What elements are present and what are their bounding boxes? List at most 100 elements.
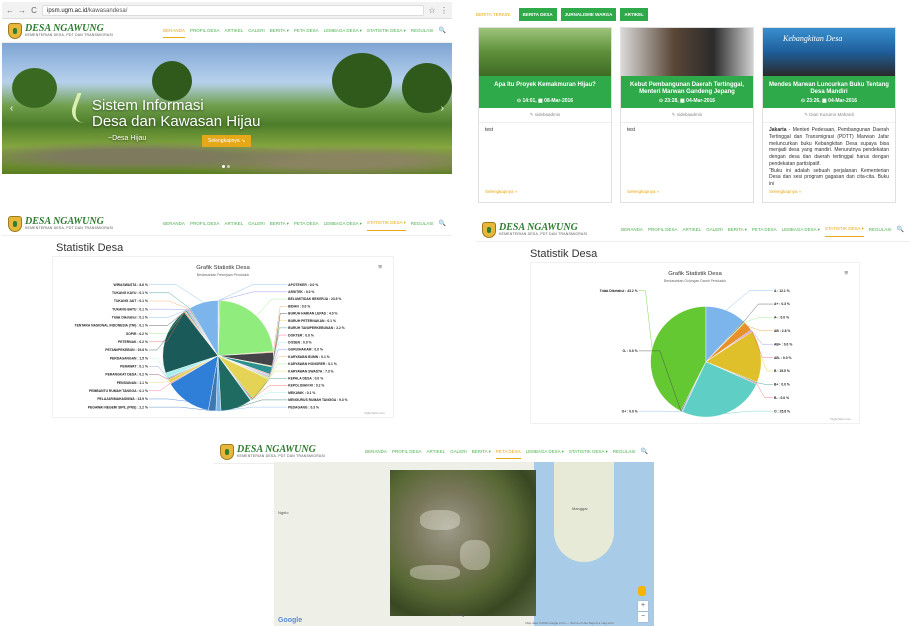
nav-item[interactable]: ARTIKEL	[225, 24, 244, 37]
nav-item[interactable]: BERANDA	[365, 445, 387, 458]
terrain-patch	[460, 540, 490, 570]
excerpt-text: test	[627, 127, 636, 133]
nav-item[interactable]: REGULASI	[411, 217, 434, 230]
star-icon[interactable]: ☆	[428, 6, 436, 15]
street-view-icon[interactable]	[638, 586, 646, 596]
news-tab[interactable]: BERITA DESA	[518, 8, 557, 21]
search-icon[interactable]: 🔍	[439, 216, 446, 231]
back-icon[interactable]: ←	[6, 6, 14, 15]
news-card[interactable]: Kebangkitan Desa Mendes Marwan Luncurkan …	[762, 27, 896, 203]
news-tab[interactable]: JURNALISME WARGA	[560, 8, 617, 21]
label-connector	[148, 398, 187, 402]
slide-dot[interactable]	[222, 165, 225, 168]
tree	[332, 53, 392, 108]
nav-item[interactable]: PETA DESA	[752, 223, 777, 236]
tree	[12, 68, 57, 108]
nav-item[interactable]: GALERI	[248, 24, 265, 37]
pie-label: KARYAWAN SWASTA : 7.3 %	[288, 369, 333, 373]
nav-item[interactable]: GALERI	[450, 445, 467, 458]
read-more-link[interactable]: Selengkapnya »	[627, 189, 659, 194]
read-more-link[interactable]: Selengkapnya »	[769, 189, 801, 194]
nav-item[interactable]: BERITA ▾	[270, 217, 289, 231]
news-tab[interactable]: BERITA TERKINI	[472, 8, 515, 21]
label-connector	[748, 325, 774, 332]
village-map[interactable]: Ngelo Manggar Gedang + − Google Map data…	[274, 462, 654, 626]
address-bar[interactable]: ipsm.ugm.ac.id/kawasandesa/	[42, 4, 424, 16]
nav-item[interactable]: BERANDA	[163, 217, 185, 230]
nav-item[interactable]: BERANDA	[621, 223, 643, 236]
excerpt-text: test	[485, 127, 494, 133]
zoom-in-button[interactable]: +	[638, 601, 648, 611]
label-connector	[760, 356, 774, 372]
chart-menu-icon[interactable]: ≡	[844, 270, 848, 277]
news-card[interactable]: Kebut Pembangunan Daerah Tertinggal, Men…	[620, 27, 754, 203]
nav-item[interactable]: PROFIL DESA	[392, 445, 422, 458]
nav-item[interactable]: STATISTIK DESA ▾	[366, 216, 406, 231]
nav-item[interactable]: LEMBAGA DESA ▾	[324, 24, 362, 38]
nav-item[interactable]: PETA DESA	[294, 217, 319, 230]
site-logo[interactable]: DESA NGAWUNG KEMENTERIAN DESA, PDT DAN TR…	[8, 215, 113, 232]
search-icon[interactable]: 🔍	[641, 444, 648, 459]
occupation-pie-chart: Grafik Statistik Desa Berdasarkan Pekerja…	[52, 256, 394, 418]
nav-item[interactable]: GALERI	[248, 217, 265, 230]
nav-item[interactable]: BERITA ▾	[728, 223, 747, 237]
pie-label: BIDAN : 0.0 %	[288, 304, 310, 308]
search-icon[interactable]: 🔍	[897, 222, 904, 237]
nav-item[interactable]: LEMBAGA DESA ▾	[324, 217, 362, 231]
nav-item[interactable]: PROFIL DESA	[190, 217, 220, 230]
menu-icon[interactable]: ⋮	[440, 6, 448, 15]
nav-item[interactable]: BERANDA	[163, 24, 185, 38]
site-logo[interactable]: DESA NGAWUNG KEMENTERIAN DESA, PDT DAN TR…	[8, 22, 113, 39]
news-title[interactable]: Mendes Marwan Luncurkan Buku Tentang Des…	[763, 76, 895, 98]
news-image[interactable]	[621, 28, 753, 76]
chart-menu-icon[interactable]: ≡	[378, 264, 382, 271]
news-title[interactable]: Apa Itu Proyek Kemakmuran Hijau?	[479, 76, 611, 98]
site-logo[interactable]: DESA NGAWUNG KEMENTERIAN DESA, PDT DAN TR…	[482, 221, 587, 238]
nav-item[interactable]: REGULASI	[613, 445, 636, 458]
nav-item[interactable]: ARTIKEL	[427, 445, 446, 458]
label-connector	[725, 290, 774, 311]
zoom-controls: + −	[638, 601, 648, 622]
search-icon[interactable]: 🔍	[439, 23, 446, 38]
nav-item[interactable]: STATISTIK DESA ▾	[367, 24, 406, 38]
nav-item[interactable]: PETA DESA	[294, 24, 319, 37]
forward-icon[interactable]: →	[18, 6, 26, 15]
nav-item[interactable]: ARTIKEL	[225, 217, 244, 230]
nav-item[interactable]: ARTIKEL	[683, 223, 702, 236]
zoom-out-button[interactable]: −	[638, 612, 648, 622]
hero-more-button[interactable]: Selengkapnya ↘	[202, 135, 252, 147]
nav-item[interactable]: LEMBAGA DESA ▾	[526, 445, 564, 459]
emblem-icon	[8, 215, 22, 232]
news-tab[interactable]: ARTIKEL	[620, 8, 648, 21]
nav-item[interactable]: GALERI	[706, 223, 723, 236]
nav-item[interactable]: PETA DESA	[495, 445, 521, 459]
nav-item[interactable]: PROFIL DESA	[648, 223, 678, 236]
nav-item[interactable]: REGULASI	[411, 24, 434, 37]
news-image[interactable]: Kebangkitan Desa	[763, 28, 895, 76]
nav-item[interactable]: PROFIL DESA	[190, 24, 220, 37]
news-title[interactable]: Kebut Pembangunan Daerah Tertinggal, Men…	[621, 76, 753, 98]
read-more-link[interactable]: Selengkapnya »	[485, 189, 517, 194]
chart-credit: Highcharts.com	[830, 417, 851, 421]
news-image[interactable]	[479, 28, 611, 76]
reload-icon[interactable]: C	[30, 6, 38, 15]
label-connector	[743, 303, 774, 322]
pie-label: B : 15.5 %	[774, 369, 790, 373]
pie-slice[interactable]	[217, 300, 274, 356]
nav-item[interactable]: STATISTIK DESA ▾	[824, 222, 864, 237]
nav-item[interactable]: BERITA ▾	[472, 445, 491, 459]
next-slide-icon[interactable]: ›	[441, 103, 444, 114]
nav-item[interactable]: BERITA ▾	[270, 24, 289, 38]
nav-item[interactable]: STATISTIK DESA ▾	[569, 445, 608, 459]
chart-title: Grafik Statistik Desa	[668, 271, 722, 277]
tree	[402, 63, 452, 113]
nav-item[interactable]: LEMBAGA DESA ▾	[782, 223, 820, 237]
news-card[interactable]: Apa Itu Proyek Kemakmuran Hijau? ⊙ 14:01,…	[478, 27, 612, 203]
main-nav: BERANDA PROFIL DESA ARTIKEL GALERI BERITA ▾ P…	[163, 23, 446, 38]
nav-item[interactable]: REGULASI	[869, 223, 892, 236]
land-area	[554, 462, 614, 562]
site-logo[interactable]: DESA NGAWUNG KEMENTERIAN DESA, PDT DAN TR…	[220, 443, 325, 460]
prev-slide-icon[interactable]: ‹	[10, 103, 13, 114]
slide-dot[interactable]	[227, 165, 230, 168]
pie-label: BURUH PETERNAKAN : 0.1 %	[288, 319, 336, 323]
